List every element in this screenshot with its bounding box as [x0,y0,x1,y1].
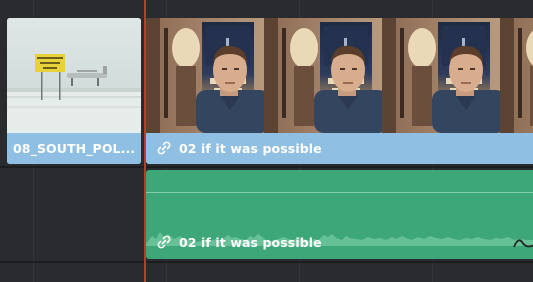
clip-label-bar: 08_SOUTH_POL... [7,133,141,164]
clip-name: 02 if it was possible [179,235,322,250]
clip-name: 02 if it was possible [179,141,322,156]
timeline-panel[interactable]: 08_SOUTH_POL... 02 if it was possible 02… [0,0,533,282]
video-clip-south-pole[interactable]: 08_SOUTH_POL... [7,18,141,164]
clip-thumbnail [7,18,141,133]
interview-thumbnail-image [146,18,533,133]
clip-label-bar: 02 if it was possible [146,133,533,164]
track-divider [0,166,533,168]
link-icon [157,235,171,249]
track-divider [0,261,533,263]
playhead[interactable] [144,0,146,282]
south-pole-thumbnail-image [7,18,141,133]
audio-clip-interview[interactable]: 02 if it was possible [146,170,533,259]
audio-curve-icon[interactable] [513,235,533,251]
video-clip-interview[interactable]: 02 if it was possible [146,18,533,164]
clip-thumbnails-strip [146,18,533,133]
clip-label-row: 02 if it was possible [146,227,533,259]
clip-name: 08_SOUTH_POL... [13,141,136,156]
audio-volume-line[interactable] [146,192,533,193]
link-icon [157,141,171,155]
